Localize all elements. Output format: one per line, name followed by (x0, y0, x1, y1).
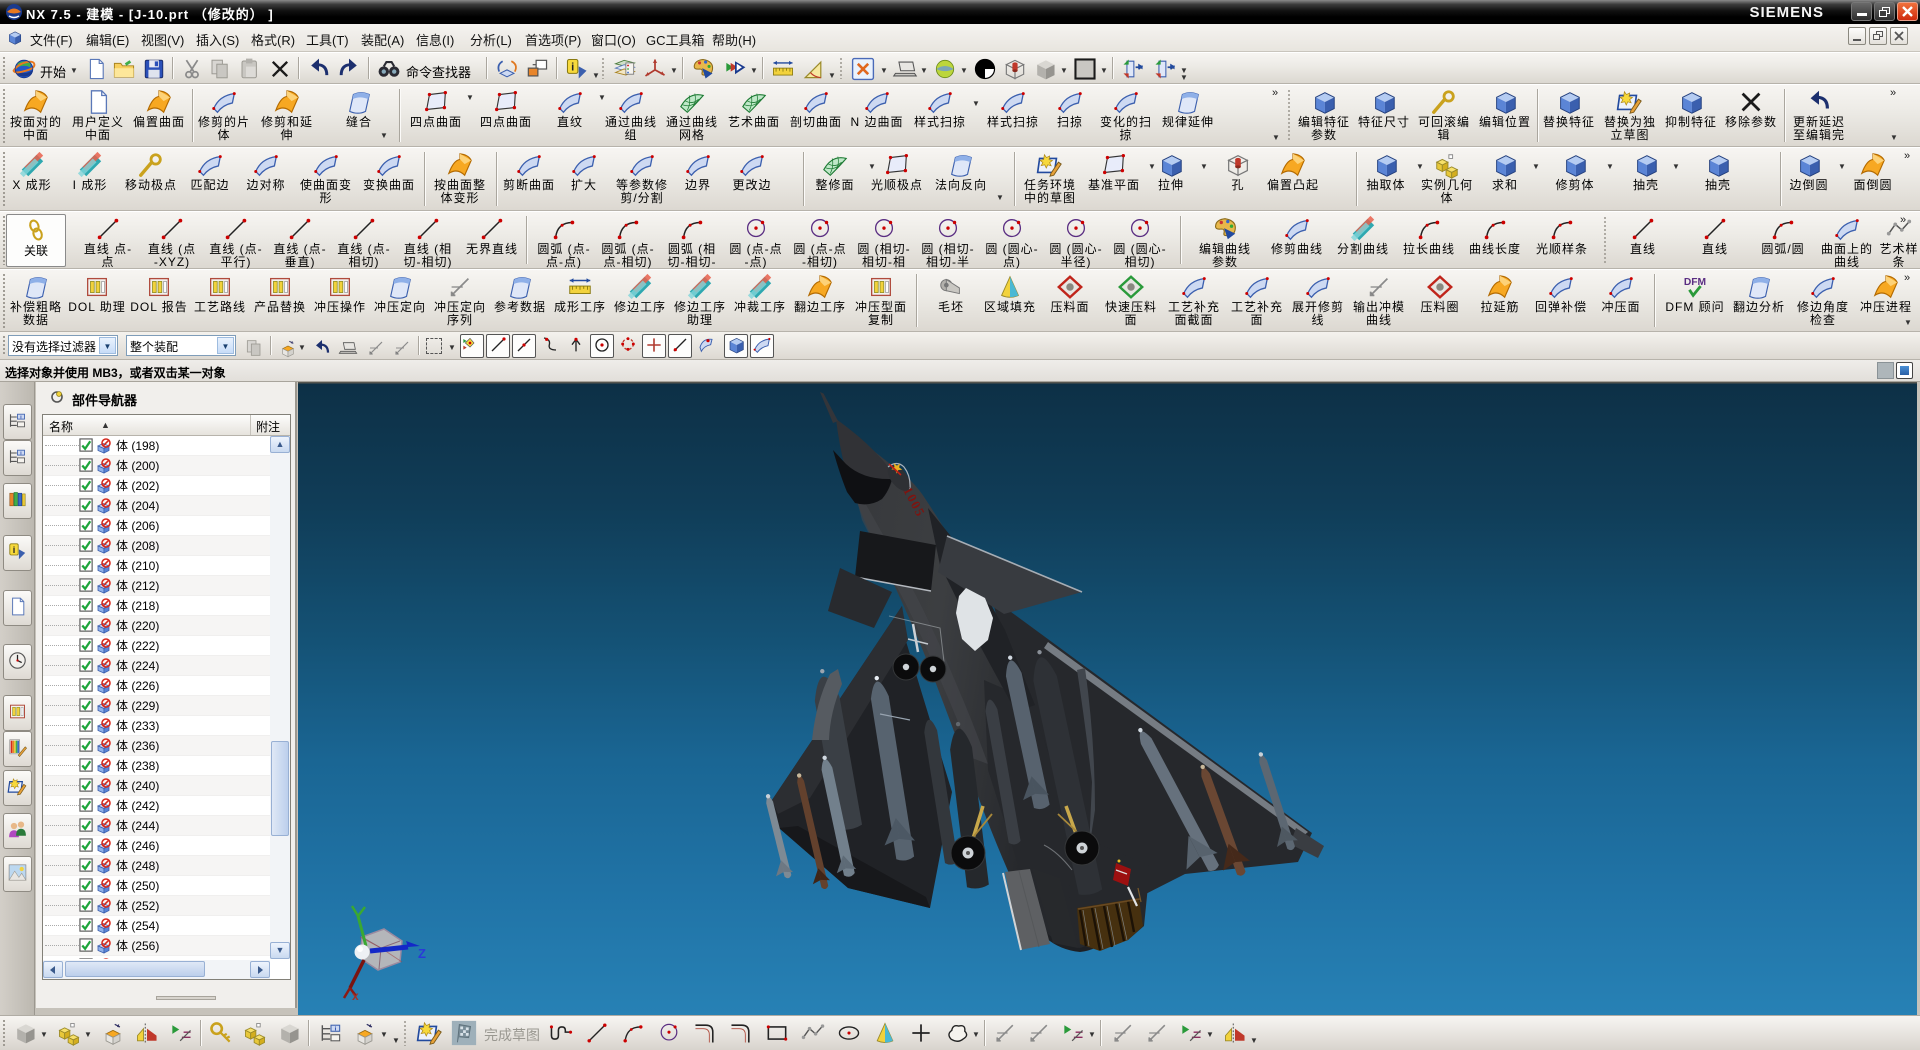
svg-text:x: x (352, 989, 359, 1003)
svg-text:Z: Z (418, 946, 426, 961)
